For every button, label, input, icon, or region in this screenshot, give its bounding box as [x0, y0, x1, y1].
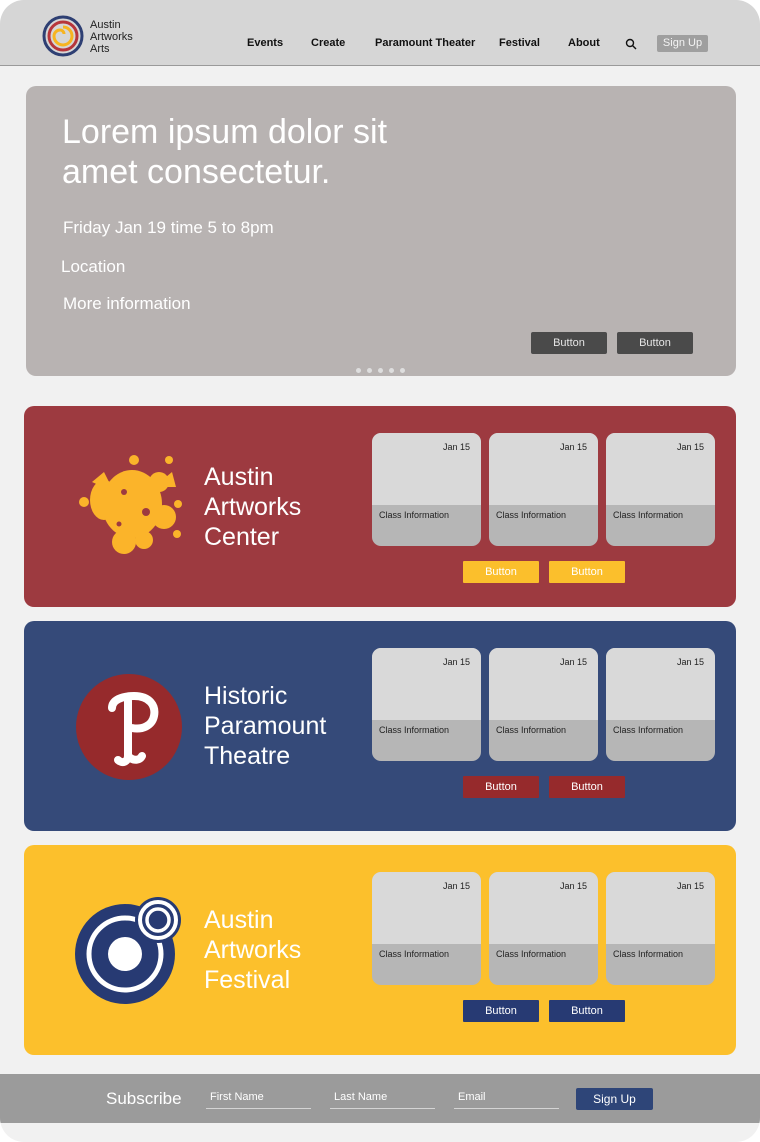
- section-button-2[interactable]: Button: [549, 1000, 625, 1022]
- carousel-dots: [356, 360, 411, 378]
- hero-button-2[interactable]: Button: [617, 332, 693, 354]
- hero-banner: Lorem ipsum dolor sit amet consectetur. …: [26, 86, 736, 376]
- first-name-field[interactable]: First Name: [206, 1091, 311, 1109]
- hero-datetime: Friday Jan 19 time 5 to 8pm: [63, 218, 274, 237]
- carousel-dot[interactable]: [400, 368, 405, 373]
- class-info: Class Information: [613, 949, 684, 959]
- venue-name-line: Historic: [204, 682, 288, 710]
- venue-name-line: Artworks: [204, 493, 302, 521]
- hero-button-1[interactable]: Button: [531, 332, 607, 354]
- spiral-logo-icon[interactable]: [42, 15, 84, 57]
- class-date: Jan 15: [676, 442, 704, 452]
- class-card[interactable]: Jan 15 Class Information: [489, 648, 598, 761]
- class-card[interactable]: Jan 15 Class Information: [606, 872, 715, 985]
- subscribe-signup-button[interactable]: Sign Up: [576, 1088, 653, 1110]
- class-info: Class Information: [496, 949, 567, 959]
- class-card[interactable]: Jan 15 Class Information: [489, 433, 598, 546]
- top-header: Austin Artworks Arts Events Create Param…: [0, 0, 760, 66]
- nav-festival[interactable]: Festival: [499, 37, 540, 49]
- nav-create[interactable]: Create: [311, 37, 345, 49]
- class-info: Class Information: [379, 725, 450, 735]
- carousel-dot[interactable]: [378, 368, 383, 373]
- class-info: Class Information: [613, 510, 684, 520]
- class-date: Jan 15: [559, 881, 587, 891]
- section-button-2[interactable]: Button: [549, 561, 625, 583]
- nav-events[interactable]: Events: [247, 37, 283, 49]
- class-info: Class Information: [379, 949, 450, 959]
- class-card[interactable]: Jan 15 Class Information: [606, 648, 715, 761]
- venue-name: Austin Artworks Center: [204, 462, 374, 552]
- subscribe-label: Subscribe: [106, 1089, 182, 1108]
- brand-line: Austin: [90, 19, 121, 31]
- hero-title: Lorem ipsum dolor sit amet consectetur.: [62, 112, 442, 192]
- class-card[interactable]: Jan 15 Class Information: [372, 433, 481, 546]
- nav-about[interactable]: About: [568, 37, 600, 49]
- search-icon[interactable]: [625, 38, 637, 50]
- venue-name: Historic Paramount Theatre: [204, 681, 374, 771]
- venue-name-line: Austin: [204, 463, 274, 491]
- venue-name-line: Artworks: [204, 936, 302, 964]
- class-card[interactable]: Jan 15 Class Information: [372, 648, 481, 761]
- class-date: Jan 15: [559, 442, 587, 452]
- festival-circles-icon: [75, 897, 181, 1004]
- class-info: Class Information: [613, 725, 684, 735]
- hero-more-info[interactable]: More information: [63, 294, 191, 314]
- section-button-1[interactable]: Button: [463, 776, 539, 798]
- class-date: Jan 15: [559, 657, 587, 667]
- class-date: Jan 15: [676, 881, 704, 891]
- class-date: Jan 15: [676, 657, 704, 667]
- class-card[interactable]: Jan 15 Class Information: [372, 872, 481, 985]
- venue-section-center: Austin Artworks Center Jan 15 Class Infor…: [24, 406, 736, 607]
- class-info: Class Information: [496, 510, 567, 520]
- class-date: Jan 15: [442, 881, 470, 891]
- hero-location: Location: [61, 257, 126, 276]
- nav-paramount-theater[interactable]: Paramount Theater: [375, 37, 475, 49]
- carousel-dot[interactable]: [367, 368, 372, 373]
- carousel-dot[interactable]: [356, 368, 361, 373]
- section-button-2[interactable]: Button: [549, 776, 625, 798]
- venue-name-line: Theatre: [204, 742, 291, 770]
- email-field[interactable]: Email: [454, 1091, 559, 1109]
- class-info: Class Information: [379, 510, 450, 520]
- brand-name[interactable]: Austin Artworks Arts: [90, 19, 133, 55]
- paramount-p-icon: [76, 674, 182, 780]
- venue-section-festival: Austin Artworks Festival Jan 15 Class Inf…: [24, 845, 736, 1055]
- last-name-field[interactable]: Last Name: [330, 1091, 435, 1109]
- carousel-dot[interactable]: [389, 368, 394, 373]
- venue-name-line: Austin: [204, 906, 274, 934]
- venue-section-paramount: Historic Paramount Theatre Jan 15 Class I…: [24, 621, 736, 831]
- venue-name-line: Paramount: [204, 712, 327, 740]
- header-signup-button[interactable]: Sign Up: [657, 35, 708, 52]
- class-card[interactable]: Jan 15 Class Information: [606, 433, 715, 546]
- brand-line: Arts: [90, 43, 110, 55]
- page: Austin Artworks Arts Events Create Param…: [0, 0, 760, 1142]
- class-date: Jan 15: [442, 442, 470, 452]
- brand-line: Artworks: [90, 31, 133, 43]
- class-card[interactable]: Jan 15 Class Information: [489, 872, 598, 985]
- paint-splat-icon: [79, 455, 182, 554]
- section-button-1[interactable]: Button: [463, 561, 539, 583]
- hero-title-line: amet consectetur.: [62, 153, 331, 191]
- venue-name: Austin Artworks Festival: [204, 905, 374, 995]
- section-button-1[interactable]: Button: [463, 1000, 539, 1022]
- venue-name-line: Festival: [204, 966, 291, 994]
- hero-title-line: Lorem ipsum dolor sit: [62, 113, 388, 151]
- class-info: Class Information: [496, 725, 567, 735]
- subscribe-footer: Subscribe First Name Last Name Email Sig…: [0, 1074, 760, 1123]
- venue-name-line: Center: [204, 523, 280, 551]
- class-date: Jan 15: [442, 657, 470, 667]
